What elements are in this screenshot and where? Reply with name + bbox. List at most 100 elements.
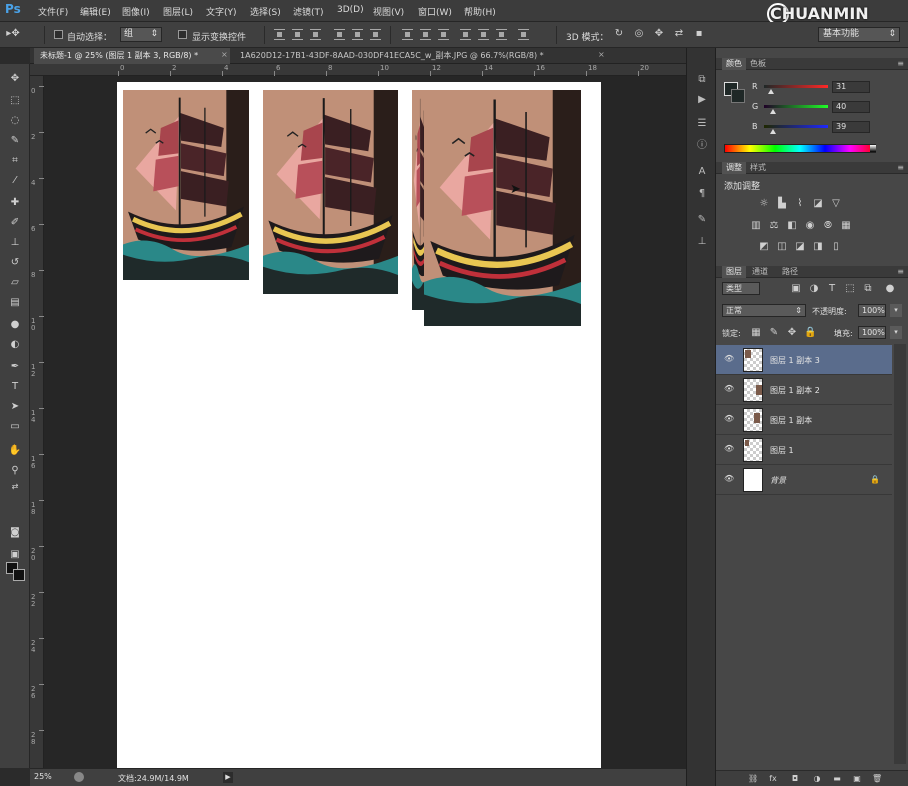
lock-all-icon[interactable]: 🔒 (804, 327, 816, 338)
align-vcenter-icon[interactable] (292, 29, 303, 40)
value-field-g[interactable]: 40 (832, 101, 870, 113)
filter-type-icon[interactable]: T (826, 283, 838, 294)
menu-view[interactable]: 视图(V) (373, 5, 404, 18)
eye-icon[interactable]: 👁 (724, 415, 734, 423)
eye-icon[interactable]: 👁 (724, 445, 734, 453)
slider-thumb-b[interactable] (770, 129, 776, 134)
layer-row[interactable]: 👁 图层 1 (716, 435, 892, 465)
layer-name[interactable]: 背景 (770, 475, 786, 486)
auto-select-dropdown[interactable]: 组 ⇕ (120, 27, 162, 42)
color-balance-icon[interactable]: ⚖ (768, 220, 780, 231)
clone-source-panel-icon[interactable]: ⊥ (695, 236, 709, 248)
layer-image-1[interactable] (123, 90, 249, 280)
new-layer-icon[interactable]: ▣ (852, 774, 862, 784)
eye-icon[interactable]: 👁 (724, 385, 734, 393)
distribute-right-icon[interactable] (496, 29, 507, 40)
align-hcenter-icon[interactable] (352, 29, 363, 40)
menu-layer[interactable]: 图层(L) (163, 5, 193, 18)
layer-image-4-selected[interactable] (424, 90, 581, 326)
workspace-dropdown[interactable]: 基本功能 ⇕ (818, 27, 900, 42)
lasso-tool-icon[interactable]: ◌ (8, 114, 22, 128)
invert-icon[interactable]: ◩ (758, 241, 770, 252)
info-panel-icon[interactable]: ⓘ (695, 140, 709, 152)
zoom-level[interactable]: 25% (34, 772, 52, 781)
history-panel-icon[interactable]: ⧉ (695, 74, 709, 86)
menu-help[interactable]: 帮助(H) (464, 5, 496, 18)
status-menu-arrow[interactable]: ▶ (223, 772, 233, 783)
slider-b[interactable] (764, 125, 828, 128)
filter-toggle-icon[interactable]: ● (884, 283, 896, 294)
marquee-tool-icon[interactable]: ⬚ (8, 94, 22, 108)
filter-smart-icon[interactable]: ⧉ (862, 283, 874, 294)
brush-tool-icon[interactable]: ✐ (8, 216, 22, 230)
tab-styles[interactable]: 样式 (746, 162, 770, 174)
tab-adjustments[interactable]: 调整 (722, 162, 746, 174)
3d-pan-icon[interactable]: ✥ (652, 27, 666, 41)
brush-panel-icon[interactable]: ✎ (695, 214, 709, 226)
tab-paths[interactable]: 路径 (778, 266, 802, 278)
new-adjustment-icon[interactable]: ◑ (812, 774, 822, 784)
color-lookup-icon[interactable]: ▦ (840, 220, 852, 231)
screen-mode-icon[interactable]: ▣ (8, 548, 22, 562)
tab-jpg-copy[interactable]: 1A620D12-17B1-43DF-8AAD-030DF41ECA5C_w_副… (234, 48, 602, 64)
swap-colors-icon[interactable]: ⇄ (8, 480, 22, 494)
lock-position-icon[interactable]: ✥ (786, 327, 798, 338)
align-top-icon[interactable] (274, 29, 285, 40)
chevron-down-icon[interactable]: ▾ (890, 326, 902, 339)
layer-name[interactable]: 图层 1 副本 3 (770, 355, 820, 366)
trash-icon[interactable]: 🗑 (872, 774, 882, 784)
filter-adjustment-icon[interactable]: ◑ (808, 283, 820, 294)
blend-mode-dropdown[interactable]: 正常 ⇕ (722, 304, 806, 317)
new-group-icon[interactable]: ▬ (832, 774, 842, 784)
lock-transparent-icon[interactable]: ▦ (750, 327, 762, 338)
clone-stamp-tool-icon[interactable]: ⊥ (8, 236, 22, 250)
distribute-hcenter-icon[interactable] (478, 29, 489, 40)
panel-menu-icon[interactable]: ≡ (897, 266, 904, 278)
distribute-vcenter-icon[interactable] (420, 29, 431, 40)
panel-menu-icon[interactable]: ≡ (897, 58, 904, 70)
layer-name[interactable]: 图层 1 (770, 445, 794, 456)
crop-tool-icon[interactable]: ⌗ (8, 154, 22, 168)
slider-g[interactable] (764, 105, 828, 108)
zoom-tool-icon[interactable]: ⚲ (8, 464, 22, 478)
lock-pixels-icon[interactable]: ✎ (768, 327, 780, 338)
distribute-left-icon[interactable] (460, 29, 471, 40)
tab-untitled-1[interactable]: 未标题-1 @ 25% (图层 1 副本 3, RGB/8) * (34, 48, 230, 64)
history-brush-tool-icon[interactable]: ↺ (8, 256, 22, 270)
value-field-r[interactable]: 31 (832, 81, 870, 93)
path-select-tool-icon[interactable]: ➤ (8, 400, 22, 414)
menu-type[interactable]: 文字(Y) (206, 5, 237, 18)
layer-name[interactable]: 图层 1 副本 2 (770, 385, 820, 396)
curves-icon[interactable]: ⌇ (794, 198, 806, 209)
tab-swatches[interactable]: 色板 (746, 58, 770, 70)
paragraph-panel-icon[interactable]: ¶ (695, 188, 709, 200)
layer-style-icon[interactable]: fx (768, 774, 778, 784)
3d-roll-icon[interactable]: ◎ (632, 27, 646, 41)
menu-image[interactable]: 图像(I) (122, 5, 150, 18)
auto-align-icon[interactable] (518, 29, 529, 40)
3d-scale-icon[interactable]: ▪ (692, 27, 706, 41)
quick-mask-icon[interactable]: ◙ (8, 526, 22, 540)
menu-3d[interactable]: 3D(D) (337, 5, 364, 15)
align-bottom-icon[interactable] (310, 29, 321, 40)
auto-select-checkbox[interactable] (54, 30, 63, 39)
menu-file[interactable]: 文件(F) (38, 5, 68, 18)
hand-tool-icon[interactable]: ✋ (8, 444, 22, 458)
opacity-field[interactable]: 100% (858, 304, 886, 317)
character-panel-icon[interactable]: A (695, 166, 709, 178)
tab-layers[interactable]: 图层 (722, 266, 746, 278)
chevron-down-icon[interactable]: ▾ (890, 304, 902, 317)
distribute-top-icon[interactable] (402, 29, 413, 40)
fill-field[interactable]: 100% (858, 326, 886, 339)
posterize-icon[interactable]: ◫ (776, 241, 788, 252)
black-white-ramp[interactable] (870, 145, 876, 152)
menu-filter[interactable]: 滤镜(T) (293, 5, 324, 18)
tab-color[interactable]: 颜色 (722, 58, 746, 70)
levels-icon[interactable]: ▙ (776, 198, 788, 209)
rectangle-tool-icon[interactable]: ▭ (8, 420, 22, 434)
hue-saturation-icon[interactable]: ▥ (750, 220, 762, 231)
align-right-icon[interactable] (370, 29, 381, 40)
panel-menu-icon[interactable]: ≡ (897, 162, 904, 174)
close-icon[interactable]: × (221, 50, 228, 59)
link-layers-icon[interactable]: ⛓ (748, 774, 758, 784)
